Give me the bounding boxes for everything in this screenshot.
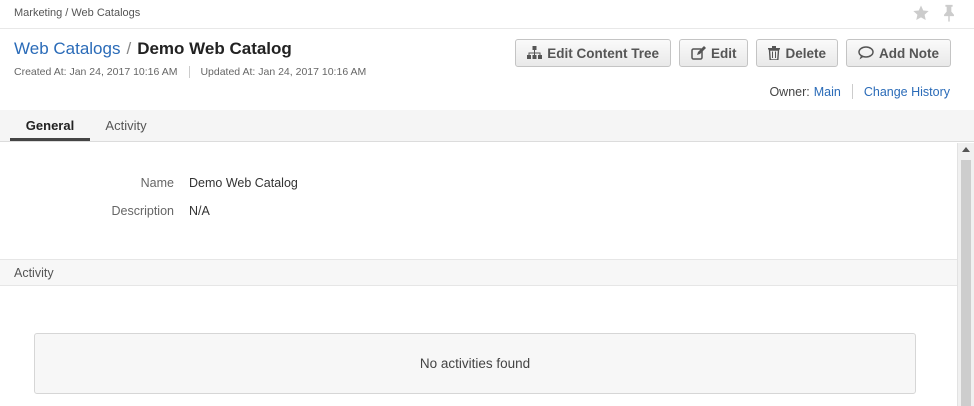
change-history-link[interactable]: Change History [864, 85, 950, 99]
top-bar: Marketing / Web Catalogs [0, 0, 974, 29]
field-description: Description [0, 204, 174, 220]
tab-bar: General Activity [0, 110, 974, 142]
field-label: Name [140, 176, 174, 190]
action-buttons: Edit Content Tree Edit Delete Add Note [515, 39, 951, 67]
parent-link[interactable]: Web Catalogs [14, 39, 120, 58]
edit-content-tree-label: Edit Content Tree [547, 45, 659, 61]
breadcrumb: Marketing / Web Catalogs [14, 7, 140, 19]
owner-link[interactable]: Main [814, 85, 841, 99]
tab-general[interactable]: General [10, 110, 90, 141]
scroll-up-arrow-icon[interactable] [962, 147, 970, 152]
field-name: Name [0, 176, 174, 192]
created-at: Created At: Jan 24, 2017 10:16 AM [14, 66, 178, 78]
activity-section-header: Activity [0, 259, 957, 286]
trash-icon [768, 46, 781, 60]
owner-info: Owner: Main Change History [769, 84, 950, 99]
updated-at: Updated At: Jan 24, 2017 10:16 AM [189, 66, 366, 78]
pencil-square-icon [691, 46, 706, 60]
tab-activity[interactable]: Activity [95, 110, 157, 141]
breadcrumb-page[interactable]: Web Catalogs [71, 7, 140, 19]
breadcrumb-section[interactable]: Marketing [14, 7, 62, 19]
edit-label: Edit [710, 45, 737, 61]
star-icon[interactable] [912, 4, 930, 22]
speech-bubble-icon [858, 46, 874, 60]
delete-label: Delete [785, 45, 826, 61]
page-icons [912, 4, 956, 22]
activity-empty-state: No activities found [34, 333, 916, 394]
owner-divider [851, 84, 853, 99]
entity-title: Demo Web Catalog [137, 39, 292, 58]
delete-button[interactable]: Delete [756, 39, 838, 67]
scroll-thumb[interactable] [961, 160, 971, 406]
field-label: Description [111, 204, 174, 218]
field-description-value: N/A [189, 204, 489, 220]
pin-icon[interactable] [942, 4, 956, 22]
page-title: Web Catalogs / Demo Web Catalog [14, 39, 292, 59]
title-separator: / [126, 39, 132, 58]
edit-content-tree-button[interactable]: Edit Content Tree [515, 39, 671, 67]
add-note-label: Add Note [879, 45, 939, 61]
breadcrumb-separator: / [65, 7, 69, 19]
field-value: N/A [189, 204, 210, 218]
add-note-button[interactable]: Add Note [846, 39, 951, 67]
field-value: Demo Web Catalog [189, 176, 298, 190]
sitemap-icon [527, 46, 543, 60]
owner-label: Owner: [769, 84, 810, 99]
scrollbar[interactable] [957, 143, 974, 406]
field-name-value: Demo Web Catalog [189, 176, 489, 192]
edit-button[interactable]: Edit [678, 39, 749, 67]
timestamps: Created At: Jan 24, 2017 10:16 AM Update… [14, 66, 366, 78]
